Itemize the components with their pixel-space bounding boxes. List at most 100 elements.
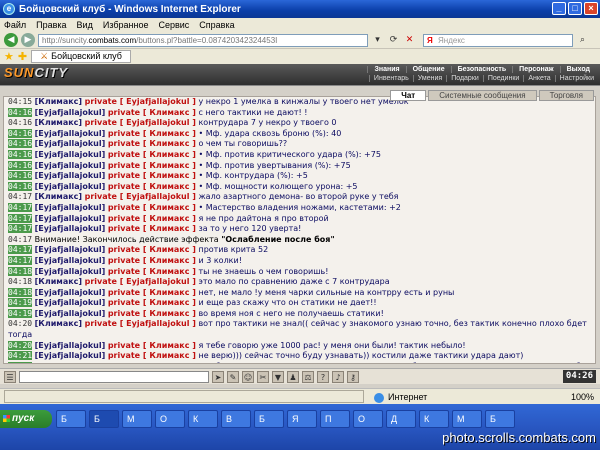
add-favorites-icon[interactable]: ✚ — [18, 50, 27, 63]
taskbar-task[interactable]: Я — [287, 410, 317, 428]
sender-nick[interactable]: [Eyjafjallajokul] — [35, 288, 106, 297]
sender-nick[interactable]: [Климакс] — [35, 319, 82, 328]
private-target[interactable]: private [ Климакс ] — [108, 203, 196, 212]
taskbar-task[interactable]: О — [353, 410, 383, 428]
nav-settings[interactable]: Настройки — [554, 75, 598, 82]
sender-nick[interactable]: [Климакс] — [35, 97, 82, 106]
favorites-star-icon[interactable]: ★ — [4, 50, 14, 63]
taskbar-task[interactable]: Б — [485, 410, 515, 428]
private-target[interactable]: private [ Климакс ] — [108, 139, 196, 148]
private-target[interactable]: private [ Климакс ] — [108, 341, 196, 350]
sender-nick[interactable]: [Климакс] — [35, 192, 82, 201]
nav-security[interactable]: Безопасность — [450, 66, 513, 73]
menu-tools[interactable]: Сервис — [158, 20, 189, 30]
private-target[interactable]: private [ Климакс ] — [108, 214, 196, 223]
taskbar-task[interactable]: В — [221, 410, 251, 428]
stop-icon[interactable]: ✕ — [403, 34, 416, 47]
search-icon[interactable]: ⌕ — [576, 34, 589, 47]
taskbar-task[interactable]: К — [419, 410, 449, 428]
taskbar-task[interactable]: Д — [386, 410, 416, 428]
taskbar-task[interactable]: М — [122, 410, 152, 428]
taskbar-task[interactable]: П — [320, 410, 350, 428]
start-button[interactable]: пуск — [0, 410, 52, 428]
private-target[interactable]: private [ Климакс ] — [108, 245, 196, 254]
taskbar-task[interactable]: Б — [254, 410, 284, 428]
clear-icon[interactable]: ✎ — [227, 370, 239, 383]
smiles-icon[interactable]: ☺ — [242, 370, 254, 383]
help-icon[interactable]: ? — [317, 370, 329, 383]
sender-nick[interactable]: [Eyjafjallajokul] — [35, 161, 106, 170]
private-target[interactable]: private [ Климакс ] — [108, 171, 196, 180]
sender-nick[interactable]: [Eyjafjallajokul] — [35, 267, 106, 276]
chat-log[interactable]: 04:15 [Климакс] private [ Eyjafjallajoku… — [3, 96, 596, 364]
menu-edit[interactable]: Правка — [36, 20, 66, 30]
menu-favorites[interactable]: Избранное — [103, 20, 149, 30]
scissors-icon[interactable]: ✂ — [257, 370, 269, 383]
private-target[interactable]: private [ Климакс ] — [108, 129, 196, 138]
nav-exit[interactable]: Выход — [559, 66, 596, 73]
sender-nick[interactable]: [Eyjafjallajokul] — [35, 129, 106, 138]
nav-character[interactable]: Персонаж — [512, 66, 559, 73]
close-button[interactable]: × — [584, 2, 598, 15]
nav-communication[interactable]: Общение — [405, 66, 451, 73]
sender-nick[interactable]: [Eyjafjallajokul] — [35, 362, 106, 363]
private-target[interactable]: private [ Климакс ] — [108, 298, 196, 307]
filter-icon[interactable]: ▼ — [272, 370, 284, 383]
nav-gifts[interactable]: Подарки — [446, 75, 483, 82]
address-field[interactable]: http://suncity.combats.com/buttons.pl?ba… — [38, 33, 368, 47]
sender-nick[interactable]: [Климакс] — [35, 277, 82, 286]
private-target[interactable]: private [ Климакс ] — [108, 288, 196, 297]
sender-nick[interactable]: [Eyjafjallajokul] — [35, 139, 106, 148]
private-target[interactable]: private [ Климакс ] — [108, 267, 196, 276]
taskbar-task[interactable]: Б — [56, 410, 86, 428]
lock-icon[interactable]: ⚷ — [347, 370, 359, 383]
nav-knowledge[interactable]: Знания — [367, 66, 405, 73]
private-target[interactable]: private [ Климакс ] — [108, 351, 196, 360]
sender-nick[interactable]: [Eyjafjallajokul] — [35, 214, 106, 223]
sender-nick[interactable]: [Eyjafjallajokul] — [35, 245, 106, 254]
sender-nick[interactable]: [Eyjafjallajokul] — [35, 203, 106, 212]
private-target[interactable]: private [ Климакс ] — [108, 108, 196, 117]
sender-nick[interactable]: [Eyjafjallajokul] — [35, 351, 106, 360]
sender-nick[interactable]: [Eyjafjallajokul] — [35, 298, 106, 307]
chat-settings-icon[interactable]: ☰ — [4, 370, 16, 383]
private-target[interactable]: private [ Климакс ] — [108, 224, 196, 233]
private-target[interactable]: private [ Eyjafjallajokul ] — [85, 192, 196, 201]
maximize-button[interactable]: □ — [568, 2, 582, 15]
sender-nick[interactable]: [Климакс] — [35, 118, 82, 127]
private-target[interactable]: private [ Eyjafjallajokul ] — [85, 118, 196, 127]
private-target[interactable]: private [ Климакс ] — [108, 256, 196, 265]
refresh-icon[interactable]: ⟳ — [387, 34, 400, 47]
tab-trade[interactable]: Торговля — [538, 90, 594, 101]
taskbar-task[interactable]: М — [452, 410, 482, 428]
minimize-button[interactable]: _ — [552, 2, 566, 15]
nav-profile[interactable]: Анкета — [523, 75, 554, 82]
sender-nick[interactable]: [Eyjafjallajokul] — [35, 309, 106, 318]
private-target[interactable]: private [ Eyjafjallajokul ] — [85, 97, 196, 106]
sound-icon[interactable]: ♪ — [332, 370, 344, 383]
private-target[interactable]: private [ Климакс ] — [108, 362, 196, 363]
nav-battles[interactable]: Поединки — [482, 75, 524, 82]
private-target[interactable]: private [ Климакс ] — [108, 150, 196, 159]
sender-nick[interactable]: [Eyjafjallajokul] — [35, 150, 106, 159]
sender-nick[interactable]: [Eyjafjallajokul] — [35, 171, 106, 180]
browser-tab[interactable]: ⚔ Бойцовский клуб — [31, 50, 131, 63]
sender-nick[interactable]: [Eyjafjallajokul] — [35, 108, 106, 117]
private-target[interactable]: private [ Климакс ] — [108, 161, 196, 170]
private-target[interactable]: private [ Климакс ] — [108, 182, 196, 191]
menu-file[interactable]: Файл — [4, 20, 26, 30]
menu-help[interactable]: Справка — [199, 20, 234, 30]
back-button[interactable]: ◀ — [4, 33, 18, 47]
search-input[interactable]: Яндекс — [423, 33, 573, 47]
sender-nick[interactable]: [Eyjafjallajokul] — [35, 224, 106, 233]
status-zoom[interactable]: 100% — [571, 392, 594, 402]
sender-nick[interactable]: [Eyjafjallajokul] — [35, 256, 106, 265]
send-icon[interactable]: ➤ — [212, 370, 224, 383]
taskbar-task[interactable]: К — [188, 410, 218, 428]
tab-chat[interactable]: Чат — [390, 90, 427, 101]
dropdown-icon[interactable]: ▾ — [371, 34, 384, 47]
nav-skills[interactable]: Умения — [412, 75, 446, 82]
sender-nick[interactable]: [Eyjafjallajokul] — [35, 182, 106, 191]
private-target[interactable]: private [ Eyjafjallajokul ] — [85, 277, 196, 286]
forward-button[interactable]: ▶ — [21, 33, 35, 47]
